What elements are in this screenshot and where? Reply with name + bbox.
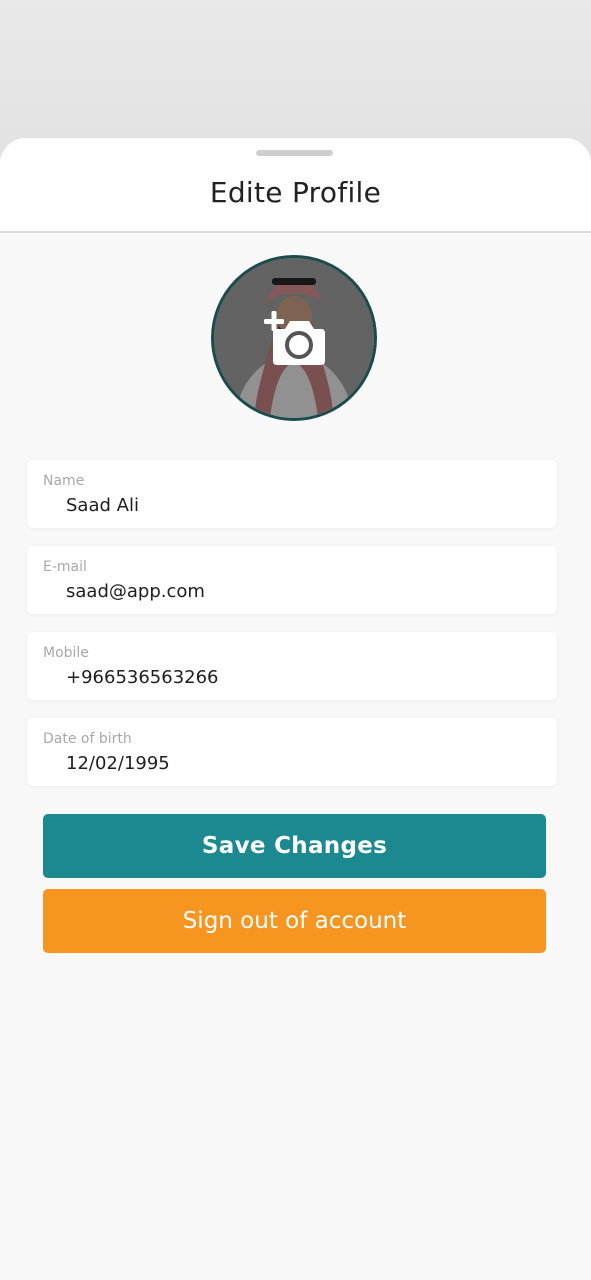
edit-profile-sheet: Edite Profile [0, 138, 591, 1280]
email-field-label: E-mail [43, 559, 87, 575]
email-field[interactable]: E-mail saad@app.com [27, 546, 557, 614]
sheet-header: Edite Profile [0, 138, 591, 233]
page-title: Edite Profile [209, 176, 382, 209]
date-of-birth-field[interactable]: Date of birth 12/02/1995 [27, 718, 557, 786]
mobile-field[interactable]: Mobile +966536563266 [27, 632, 557, 700]
name-field-value[interactable]: Saad Ali [66, 495, 139, 516]
mobile-field-value[interactable]: +966536563266 [66, 667, 219, 688]
sign-out-button[interactable]: Sign out of account [43, 889, 546, 953]
save-changes-button[interactable]: Save Changes [43, 814, 546, 878]
name-field-label: Name [43, 473, 85, 489]
date-of-birth-field-value[interactable]: 12/02/1995 [66, 753, 170, 774]
screen-backdrop [0, 0, 591, 160]
add-photo-icon[interactable] [263, 309, 327, 367]
date-of-birth-field-label: Date of birth [43, 731, 132, 747]
mobile-field-label: Mobile [43, 645, 89, 661]
name-field[interactable]: Name Saad Ali [27, 460, 557, 528]
email-field-value[interactable]: saad@app.com [66, 581, 205, 602]
drag-handle[interactable] [256, 150, 333, 156]
